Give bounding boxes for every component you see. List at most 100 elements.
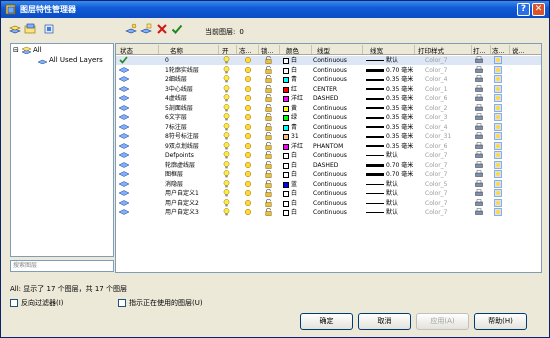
layer-name[interactable]: 4虚线层 [165,94,187,103]
color-swatch[interactable] [283,58,289,64]
linetype[interactable]: Continuous [313,113,347,122]
table-row[interactable]: 9双点划线层 洋红 PHANTOM 0.35 毫米 Color_6 [116,141,541,151]
color-swatch[interactable] [283,181,289,188]
table-row[interactable]: 消隐层 蓝 Continuous 默认 Color_5 [116,179,541,189]
cancel-button[interactable]: 取消 [358,313,411,330]
table-row[interactable]: Defpoints 白 Continuous 默认 Color_7 [116,150,541,160]
col-description[interactable]: 说... [512,45,525,55]
color-swatch[interactable] [283,172,289,178]
new-group-filter-icon[interactable] [24,23,36,35]
color-name[interactable]: 白 [291,170,297,179]
layer-name[interactable]: 2细线层 [165,75,187,84]
lineweight[interactable]: 默认 [386,180,398,189]
layer-name[interactable]: 1轮廓实线层 [165,66,199,75]
color-name[interactable]: 绿 [291,113,297,122]
table-row[interactable]: 用户自定义1 白 Continuous 默认 Color_7 [116,188,541,198]
lineweight[interactable]: 0.35 毫米 [386,94,413,103]
table-row[interactable]: 图框层 白 Continuous 0.70 毫米 Color_7 [116,169,541,179]
layer-name[interactable]: 用户自定义3 [165,208,199,217]
linetype[interactable]: Continuous [313,75,347,84]
lineweight[interactable]: 0.35 毫米 [386,113,413,122]
linetype[interactable]: Continuous [313,132,347,141]
linetype[interactable]: Continuous [313,199,347,208]
linetype[interactable]: CENTER [313,85,337,94]
color-swatch[interactable] [283,134,289,140]
col-plot[interactable]: 打... [473,45,486,55]
lineweight[interactable]: 默认 [386,151,398,160]
invert-filter-checkbox[interactable]: 反向过滤器(I) [10,298,64,308]
layer-name[interactable]: Defpoints [165,151,194,160]
lineweight[interactable]: 默认 [386,56,398,65]
linetype[interactable]: DASHED [313,94,338,103]
color-swatch[interactable] [283,153,289,159]
col-status[interactable]: 状态 [120,45,133,55]
sun-thawed-icon[interactable] [244,208,252,219]
layer-name[interactable]: 消隐层 [165,180,183,189]
linetype[interactable]: PHANTOM [313,142,343,151]
lightbulb-on-icon[interactable] [223,208,230,219]
linetype[interactable]: Continuous [313,170,347,179]
help-button[interactable]: 帮助(H) [474,313,527,330]
indicate-in-use-checkbox[interactable]: 指示正在使用的图层(U) [118,298,203,308]
color-swatch[interactable] [283,115,289,121]
color-swatch[interactable] [283,200,289,207]
color-name[interactable]: 洋红 [291,142,303,151]
color-name[interactable]: 白 [291,189,297,198]
col-on[interactable]: 开 [222,45,229,55]
table-row[interactable]: 轮廓虚线层 白 DASHED 0.70 毫米 Color_7 [116,160,541,170]
lineweight[interactable]: 默认 [386,199,398,208]
table-row[interactable]: 用户自定义3 白 Continuous 默认 Color_7 [116,207,541,219]
checkbox-box[interactable] [118,299,126,307]
lineweight[interactable]: 0.70 毫米 [386,66,413,75]
lineweight[interactable]: 默认 [386,189,398,198]
color-name[interactable]: 白 [291,199,297,208]
table-row[interactable]: 6文字层 绿 Continuous 0.35 毫米 Color_3 [116,112,541,122]
checkbox-box[interactable] [10,299,18,307]
layer-name[interactable]: 用户自定义2 [165,199,199,208]
table-row[interactable]: 用户自定义2 白 Continuous 默认 Color_7 [116,198,541,208]
linetype[interactable]: Continuous [313,123,347,132]
color-swatch[interactable] [283,77,289,83]
table-row[interactable]: 8符号标注层 31 Continuous 0.35 毫米 Color_31 [116,131,541,141]
layer-name[interactable]: 图框层 [165,170,183,179]
color-name[interactable]: 白 [291,208,297,217]
color-swatch[interactable] [283,124,289,131]
color-name[interactable]: 蓝 [291,180,297,189]
help-title-button[interactable]: ? [517,3,530,16]
layer-name[interactable]: 9双点划线层 [165,142,199,151]
table-row[interactable]: 5剖面线层 黄 Continuous 0.35 毫米 Color_2 [116,103,541,113]
color-name[interactable]: 红 [291,85,297,94]
lineweight[interactable]: 0.35 毫米 [386,142,413,151]
lineweight[interactable]: 0.35 毫米 [386,104,413,113]
col-linetype[interactable]: 线型 [317,45,330,55]
color-name[interactable]: 白 [291,161,297,170]
lineweight[interactable]: 0.35 毫米 [386,75,413,84]
layer-search-input[interactable]: 搜索图层 [10,260,114,272]
unlock-icon[interactable] [265,207,272,219]
set-current-icon[interactable] [171,23,183,35]
layer-name[interactable]: 7标注层 [165,123,187,132]
table-row[interactable]: 1轮廓实线层 白 Continuous 0.70 毫米 Color_7 [116,65,541,75]
linetype[interactable]: Continuous [313,180,347,189]
table-row[interactable]: 0 白 Continuous 默认 Color_7 [116,55,541,65]
linetype[interactable]: Continuous [313,104,347,113]
tree-node-all-used-layers[interactable]: All Used Layers [49,56,103,64]
linetype[interactable]: Continuous [313,56,347,65]
col-lock[interactable]: 锁... [261,45,274,55]
layer-name[interactable]: 3中心线层 [165,85,193,94]
new-layer-icon[interactable] [125,23,137,35]
col-vp-freeze[interactable]: 冻... [492,45,505,55]
lineweight[interactable]: 0.35 毫米 [386,123,413,132]
color-swatch[interactable] [283,96,289,102]
tree-collapse-toggle[interactable]: ⊟ [13,46,19,54]
color-swatch[interactable] [283,67,289,74]
layer-states-manager-icon[interactable] [43,23,55,35]
layer-name[interactable]: 8符号标注层 [165,132,199,141]
color-name[interactable]: 白 [291,151,297,160]
ok-button[interactable]: 确定 [300,313,353,330]
color-name[interactable]: 青 [291,75,297,84]
layer-name[interactable]: 0 [165,56,169,65]
col-color[interactable]: 颜色 [286,45,299,55]
color-name[interactable]: 白 [291,56,297,65]
color-name[interactable]: 青 [291,123,297,132]
